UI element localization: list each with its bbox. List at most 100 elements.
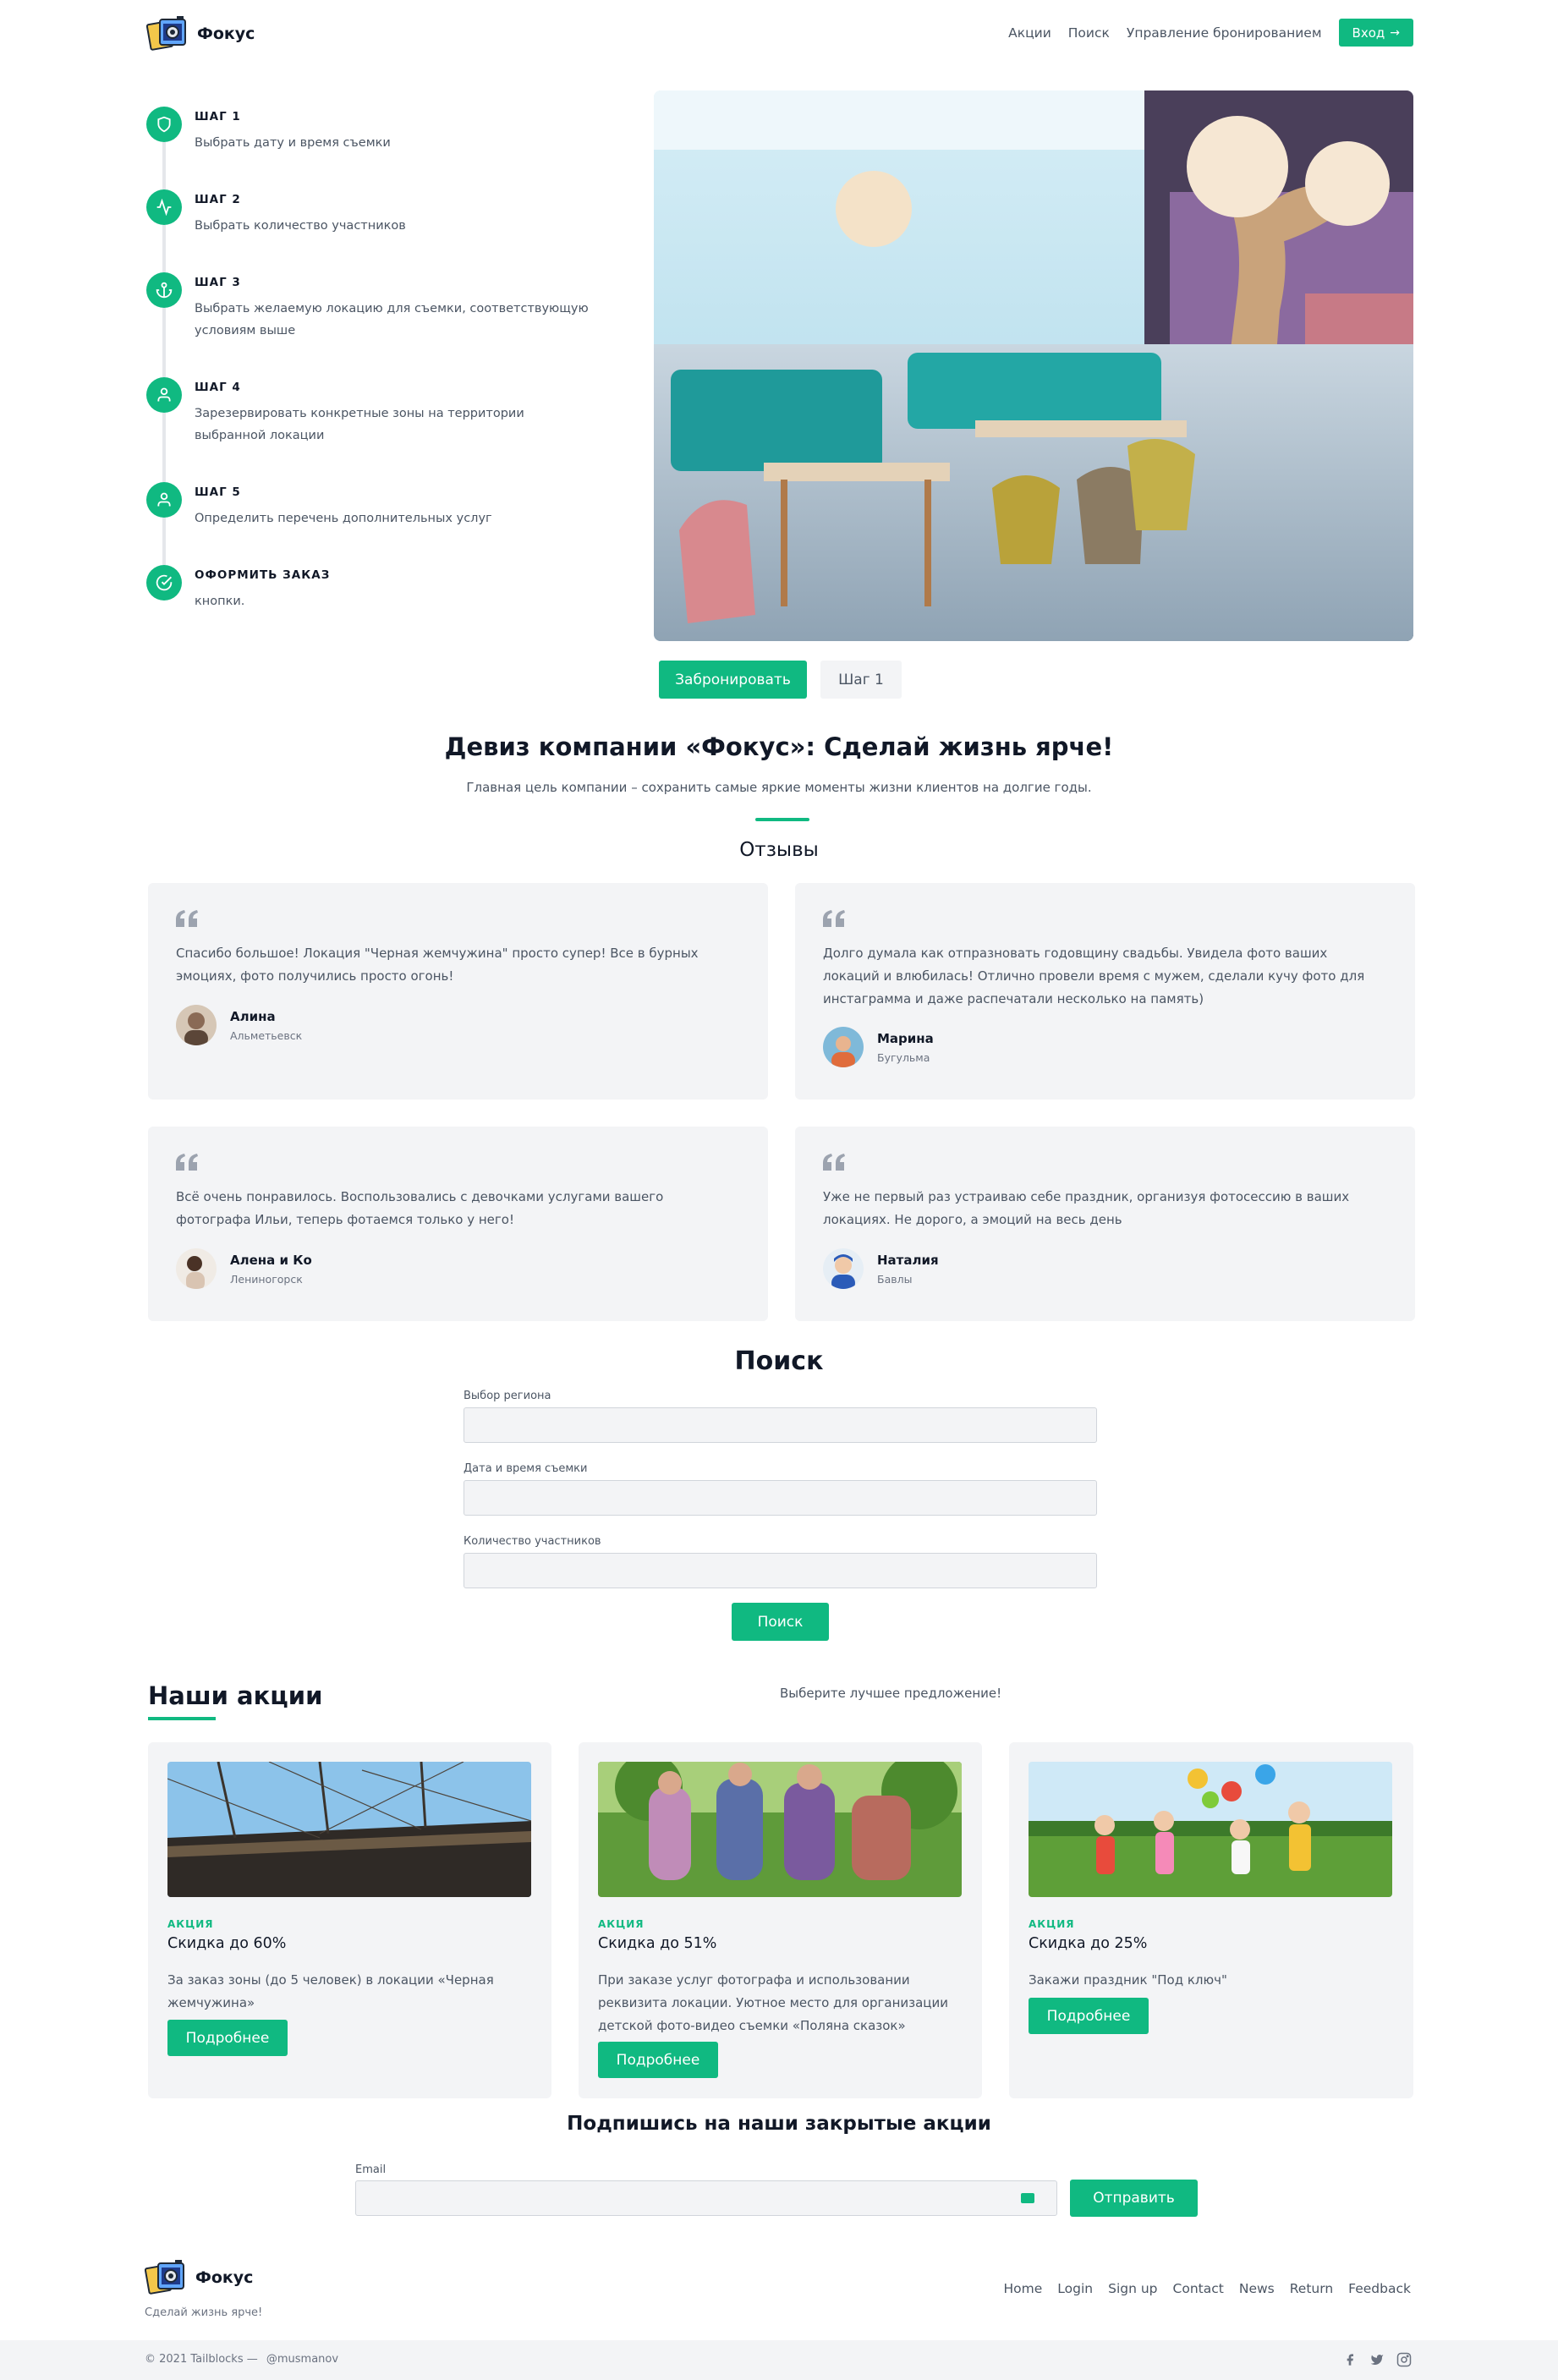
check-circle-icon	[156, 574, 173, 591]
footer-link-signup[interactable]: Sign up	[1108, 2281, 1157, 2296]
timeline-line	[162, 308, 166, 377]
promos-title: Наши акции	[148, 1681, 323, 1710]
participants-label: Количество участников	[464, 1535, 601, 1548]
promo-card: АКЦИЯ Скидка до 51% При заказе услуг фот…	[579, 1742, 982, 2098]
motto-subtitle: Главная цель компании – сохранить самые …	[466, 780, 1092, 795]
footer-link-feedback[interactable]: Feedback	[1348, 2281, 1411, 2296]
region-label: Выбор региона	[464, 1390, 551, 1402]
footer-brand[interactable]: Фокус	[145, 2257, 253, 2299]
login-label: Вход	[1352, 25, 1385, 41]
site-header: Фокус Акции Поиск Управление бронировани…	[146, 12, 1413, 56]
footer-link-login[interactable]: Login	[1057, 2281, 1093, 2296]
step-title: ШАГ 4	[195, 381, 241, 394]
avatar	[176, 1248, 217, 1289]
region-input[interactable]	[464, 1407, 1097, 1443]
timeline-line	[162, 142, 166, 189]
avatar	[823, 1248, 864, 1289]
facebook-icon[interactable]	[1341, 2351, 1358, 2368]
review-card: Уже не первый раз устраиваю себе праздни…	[795, 1127, 1415, 1321]
promo-tag: АКЦИЯ	[1029, 1918, 1075, 1930]
step-title: ШАГ 5	[195, 485, 241, 499]
step-4-circle	[146, 377, 182, 413]
author-handle-link[interactable]: @musmanov	[266, 2353, 338, 2366]
review-author: Марина Бугульма	[823, 1027, 934, 1067]
review-card: Спасибо большое! Локация "Черная жемчужи…	[148, 883, 768, 1100]
footer-nav: Home Login Sign up Contact News Return F…	[989, 2281, 1411, 2296]
ship-photo	[167, 1762, 531, 1897]
quote-icon	[176, 1154, 198, 1171]
more-button[interactable]: Подробнее	[1029, 1998, 1149, 2034]
review-author: Алина Альметьевск	[176, 1005, 302, 1045]
step-title: ШАГ 2	[195, 193, 241, 206]
step-3-circle	[146, 272, 182, 308]
review-card: Долго думала как отпразновать годовщину …	[795, 883, 1415, 1100]
twitter-icon[interactable]	[1369, 2351, 1385, 2368]
author-name: Наталия	[877, 1252, 939, 1268]
shield-icon	[157, 116, 171, 133]
nav-link-promos[interactable]: Акции	[1008, 25, 1051, 41]
book-button[interactable]: Забронировать	[659, 661, 807, 699]
cafe-interior-image	[654, 90, 1413, 641]
review-text: Уже не первый раз устраиваю себе праздни…	[823, 1189, 1350, 1227]
more-button[interactable]: Подробнее	[598, 2042, 718, 2078]
search-button[interactable]: Поиск	[732, 1603, 829, 1641]
nav-link-manage-booking[interactable]: Управление бронированием	[1127, 25, 1322, 41]
step-2-circle	[146, 189, 182, 225]
avatar	[823, 1027, 864, 1067]
step-1-button[interactable]: Шаг 1	[820, 661, 902, 699]
author-city: Лениногорск	[230, 1272, 303, 1286]
nav-link-search[interactable]: Поиск	[1068, 25, 1110, 41]
promo-name: Скидка до 51%	[598, 1935, 717, 1952]
user-icon	[157, 387, 171, 402]
review-text: Всё очень понравилось. Воспользовались с…	[176, 1189, 664, 1227]
activity-icon	[156, 199, 172, 216]
hero-actions: Забронировать Шаг 1	[659, 661, 902, 699]
review-text: Долго думала как отпразновать годовщину …	[823, 946, 1365, 1006]
avatar	[176, 1005, 217, 1045]
step-description: Выбрать дату и время съемки	[195, 136, 391, 150]
social-links	[1331, 2351, 1413, 2368]
footer-link-contact[interactable]: Contact	[1173, 2281, 1224, 2296]
send-button[interactable]: Отправить	[1070, 2180, 1198, 2217]
promo-card: АКЦИЯ Скидка до 60% За заказ зоны (до 5 …	[148, 1742, 551, 2098]
step-order-circle	[146, 565, 182, 600]
author-city: Бугульма	[877, 1050, 930, 1064]
footer-link-return[interactable]: Return	[1290, 2281, 1333, 2296]
email-input[interactable]	[355, 2180, 1057, 2216]
subscribe-title: Подпишись на наши закрытые акции	[567, 2113, 991, 2135]
footer-link-home[interactable]: Home	[1004, 2281, 1043, 2296]
copyright-text: © 2021 Tailblocks —	[145, 2353, 258, 2366]
step-description: Зарезервировать конкретные зоны на терри…	[195, 407, 524, 442]
participants-input[interactable]	[464, 1553, 1097, 1588]
footer-link-news[interactable]: News	[1239, 2281, 1275, 2296]
user-icon	[157, 492, 171, 507]
promo-text: Закажи праздник "Под ключ"	[1029, 1972, 1227, 1988]
email-label: Email	[355, 2163, 387, 2176]
autofill-icon	[1021, 2193, 1034, 2203]
author-city: Альметьевск	[230, 1028, 303, 1042]
motto-title: Девиз компании «Фокус»: Сделай жизнь ярч…	[444, 732, 1114, 761]
login-button[interactable]: Вход →	[1338, 19, 1413, 47]
brand-logo[interactable]: Фокус	[146, 12, 255, 56]
promos-subtitle: Выберите лучшее предложение!	[780, 1686, 1002, 1701]
datetime-input[interactable]	[464, 1480, 1097, 1516]
timeline-line	[162, 518, 166, 565]
review-card: Всё очень понравилось. Воспользовались с…	[148, 1127, 768, 1321]
anchor-icon	[156, 282, 173, 299]
review-text: Спасибо большое! Локация "Черная жемчужи…	[176, 946, 699, 984]
hero-cafe-photo	[654, 90, 1413, 641]
promo-card: АКЦИЯ Скидка до 25% Закажи праздник "Под…	[1009, 1742, 1413, 2098]
promo-text: При заказе услуг фотографа и использован…	[598, 1972, 948, 2033]
step-title: ОФОРМИТЬ ЗАКАЗ	[195, 568, 331, 582]
step-description: Выбрать количество участников	[195, 219, 406, 233]
instagram-icon[interactable]	[1396, 2351, 1413, 2368]
main-nav: Акции Поиск Управление бронированием Вхо…	[1008, 19, 1413, 47]
step-title: ШАГ 3	[195, 276, 241, 289]
more-button[interactable]: Подробнее	[167, 2020, 288, 2056]
section-divider	[755, 818, 809, 821]
step-description: кнопки.	[195, 595, 245, 608]
arrow-right-icon: →	[1390, 25, 1400, 40]
copyright: © 2021 Tailblocks — @musmanov	[145, 2353, 338, 2366]
promos-underline	[148, 1717, 216, 1720]
datetime-label: Дата и время съемки	[464, 1462, 588, 1475]
